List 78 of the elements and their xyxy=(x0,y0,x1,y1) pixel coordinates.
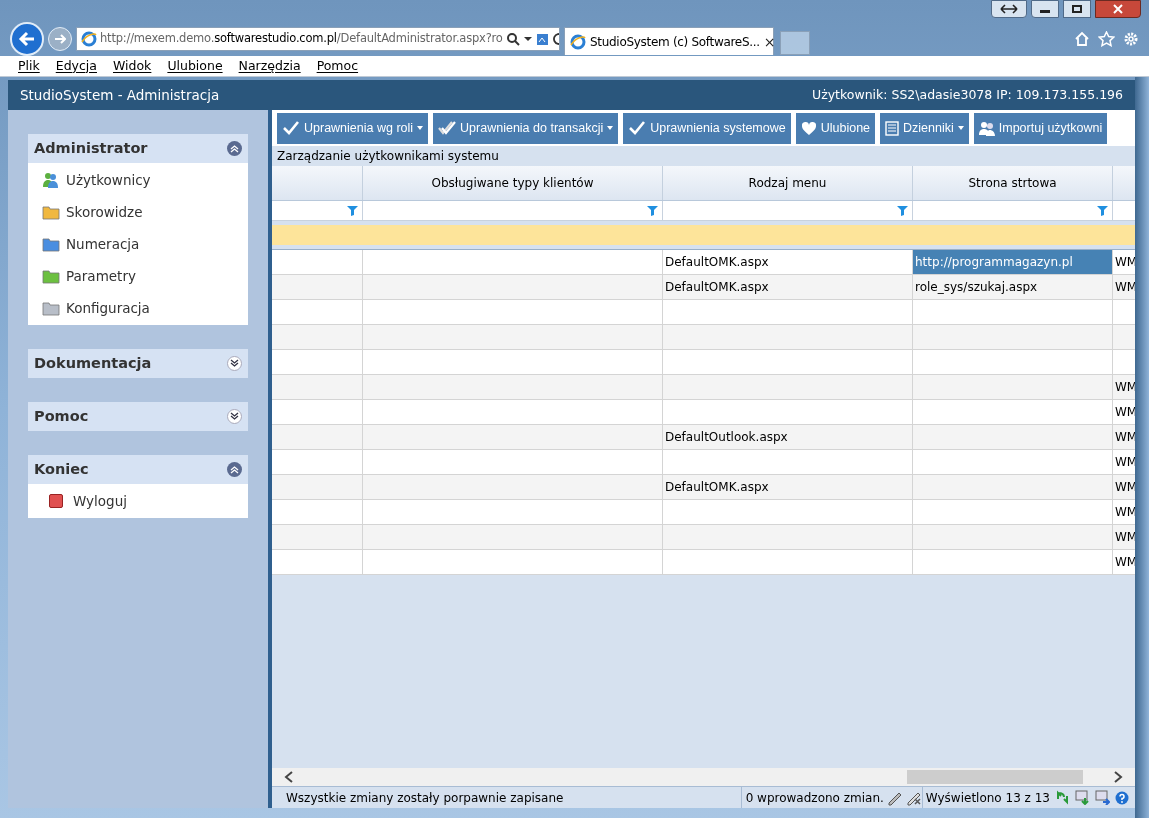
export-icon[interactable] xyxy=(1075,790,1090,805)
menu-item[interactable]: Ulubione xyxy=(167,56,223,76)
filter-icon[interactable] xyxy=(1097,205,1108,216)
section-header[interactable]: Koniec xyxy=(28,455,248,484)
table-cell: http://programmagazyn.pl xyxy=(913,250,1113,274)
sidebar-item[interactable]: Użytkownicy xyxy=(28,164,248,196)
table-cell: role_sys/szukaj.aspx xyxy=(913,275,1113,299)
resize-button[interactable] xyxy=(991,0,1027,18)
menu-item[interactable]: Edycja xyxy=(55,56,97,76)
address-field[interactable]: http://mexem.demo.softwarestudio.com.pl/DefaultAdministrator.aspx?ro xyxy=(76,27,560,51)
section-header[interactable]: Administrator xyxy=(28,134,248,163)
section-header[interactable]: Pomoc xyxy=(28,402,248,431)
sidebar-item[interactable]: Numeracja xyxy=(28,228,248,260)
scroll-left-icon[interactable] xyxy=(284,771,294,783)
heart-icon xyxy=(800,120,817,136)
close-icon[interactable]: × xyxy=(763,34,776,49)
toolbar-button[interactable]: Uprawnienia wg roli xyxy=(277,112,429,144)
settings-icon[interactable] xyxy=(1123,31,1139,47)
close-button[interactable] xyxy=(1095,0,1141,18)
minimize-button[interactable] xyxy=(1031,0,1059,18)
arrow-right-icon xyxy=(54,34,66,44)
url-text: http://mexem.demo.softwarestudio.com.pl/DefaultAdministrator.aspx?ro xyxy=(100,30,503,48)
collapse-icon[interactable] xyxy=(227,141,242,156)
menu-item[interactable]: Pomoc xyxy=(316,56,359,76)
list-icon xyxy=(885,120,900,136)
table-cell: DefaultOMK.aspx xyxy=(663,475,913,499)
column-header[interactable]: Obsługiwane typy klientów xyxy=(363,166,663,200)
sidebar-item[interactable]: Parametry xyxy=(28,260,248,292)
home-icon[interactable] xyxy=(1074,31,1090,47)
browser-logo-icon xyxy=(81,31,97,47)
filter-icon[interactable] xyxy=(647,205,658,216)
check-icon xyxy=(628,120,647,136)
menu-item[interactable]: Plik xyxy=(18,56,40,76)
users-icon xyxy=(978,120,995,136)
table-cell: DefaultOMK.aspx xyxy=(663,275,913,299)
sidebar-item[interactable]: Skorowidze xyxy=(28,196,248,228)
maximize-button[interactable] xyxy=(1063,0,1091,18)
sidebar-item[interactable]: Konfiguracja xyxy=(28,292,248,324)
record-count: Wyświetlono 13 z 13 xyxy=(925,789,1050,807)
table-cell: DefaultOutlook.aspx xyxy=(663,425,913,449)
arrow-left-icon xyxy=(18,31,36,47)
search-icon[interactable] xyxy=(505,32,520,46)
column-header[interactable]: Strona strtowa xyxy=(913,166,1113,200)
caret-icon[interactable] xyxy=(523,36,532,42)
forward-button[interactable] xyxy=(48,27,72,51)
menu-item[interactable]: Widok xyxy=(113,56,152,76)
toolbar-button[interactable]: Importuj użytkowni xyxy=(973,112,1108,144)
filter-icon[interactable] xyxy=(347,205,358,216)
toolbar-button[interactable]: Uprawnienia do transakcji xyxy=(433,112,619,144)
browser-tab[interactable]: StudioSystem (c) SoftwareS... × xyxy=(564,27,774,55)
status-message: Wszystkie zmiany zostały porpawnie zapisane xyxy=(285,789,564,807)
toolbar-button[interactable]: Ulubione xyxy=(795,112,876,144)
app-title: StudioSystem - Administracja xyxy=(20,85,220,105)
toolbar-button[interactable]: Dzienniki xyxy=(880,112,969,144)
import-icon[interactable] xyxy=(1095,790,1110,805)
tab-title: StudioSystem (c) SoftwareS... xyxy=(590,33,760,51)
close-icon xyxy=(1113,4,1123,14)
column-header[interactable]: Rodzaj menu xyxy=(663,166,913,200)
menu-item[interactable]: Narzędzia xyxy=(238,56,301,76)
expand-icon[interactable] xyxy=(227,356,242,371)
toolbar-button[interactable]: Uprawnienia systemowe xyxy=(623,112,791,144)
double-arrow-icon xyxy=(1000,4,1018,14)
filter-icon[interactable] xyxy=(897,205,908,216)
changes-count: 0 wprowadzono zmian. xyxy=(745,789,884,807)
compatibility-icon[interactable] xyxy=(535,32,549,46)
scroll-right-icon[interactable] xyxy=(1113,771,1123,783)
expand-icon[interactable] xyxy=(227,409,242,424)
section-header[interactable]: Dokumentacja xyxy=(28,349,248,378)
browser-logo-icon xyxy=(570,33,586,50)
star-icon[interactable] xyxy=(1098,31,1115,47)
user-info: Użytkownik: SS2\adasie3078 IP: 109.173.155.196 xyxy=(812,85,1123,104)
sidebar-item[interactable]: Wyloguj xyxy=(28,485,248,517)
help-icon[interactable] xyxy=(1115,790,1129,805)
check-icon xyxy=(282,120,300,136)
horizontal-scrollbar[interactable] xyxy=(272,768,1135,786)
back-button[interactable] xyxy=(10,22,44,56)
collapse-icon[interactable] xyxy=(227,462,242,477)
double-check-icon xyxy=(438,120,457,136)
